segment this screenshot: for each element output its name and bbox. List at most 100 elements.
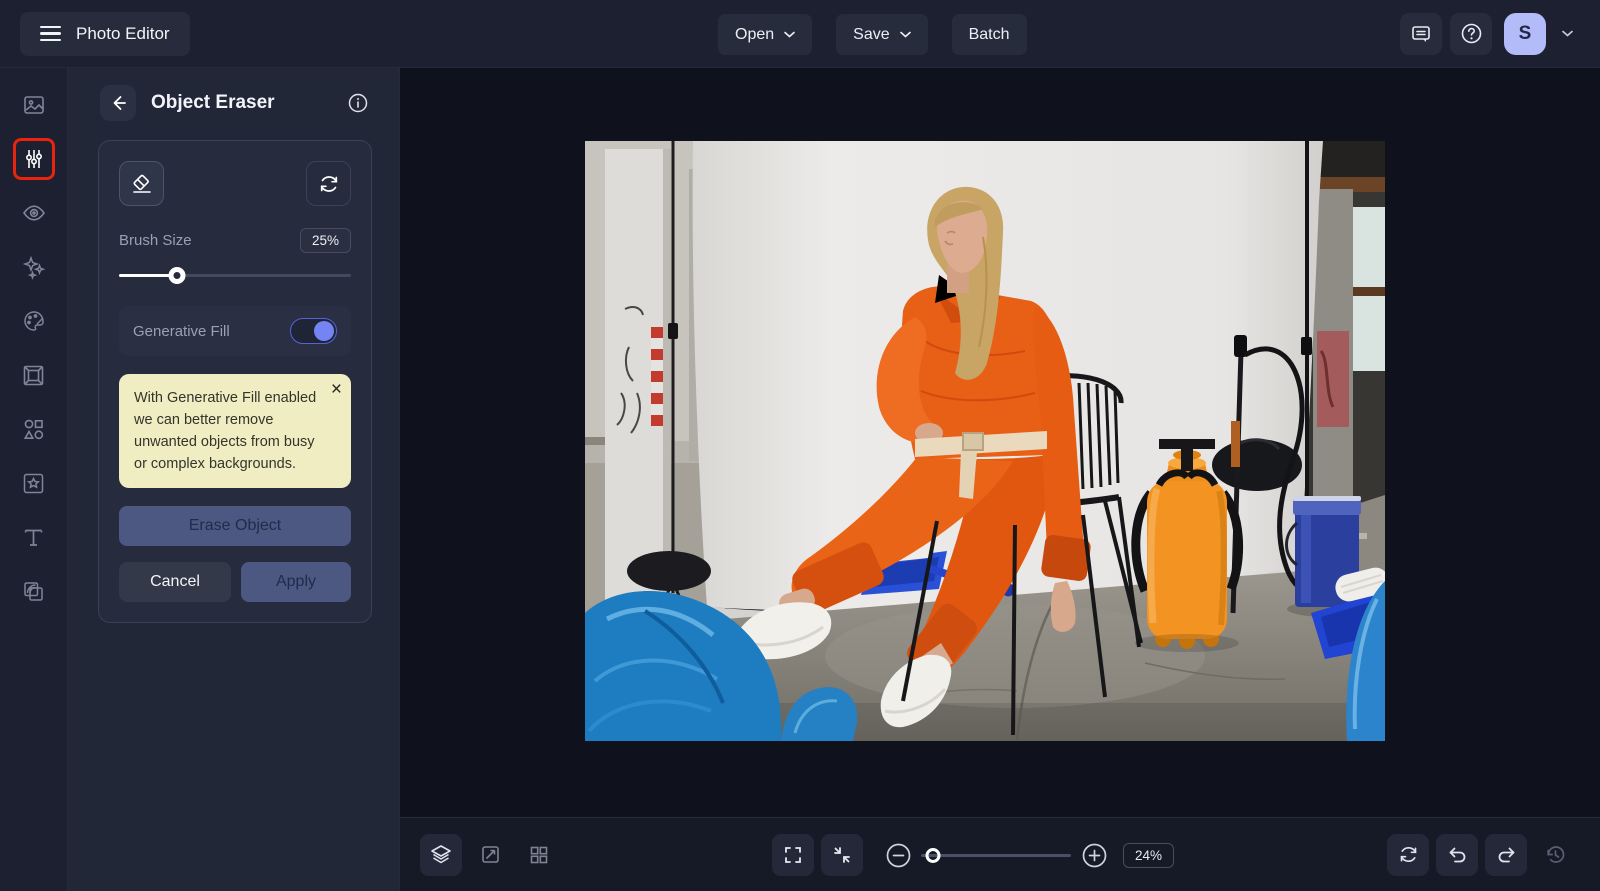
resize-button[interactable] (469, 834, 511, 876)
sparkles-icon (22, 255, 45, 280)
palette-icon (23, 311, 44, 331)
rail-item-visibility[interactable] (17, 196, 51, 230)
redo-button[interactable] (1485, 833, 1527, 876)
topbar-actions: Open Save Batch (718, 14, 1027, 55)
reset-canvas-button[interactable] (1387, 833, 1429, 876)
arrow-left-icon (113, 96, 126, 110)
shapes-icon (23, 419, 44, 439)
layers-icon (431, 844, 451, 863)
canvas-photo[interactable] (585, 141, 1385, 741)
rail-item-shapes[interactable] (17, 412, 51, 446)
reset-icon (320, 175, 337, 192)
zoom-in-button[interactable] (1079, 834, 1109, 876)
close-icon[interactable]: × (331, 380, 342, 399)
eye-icon (22, 205, 45, 221)
main-area: 24% (400, 68, 1600, 891)
zoom-in-icon (1082, 843, 1106, 867)
apply-button[interactable]: Apply (241, 562, 351, 603)
tool-row (119, 161, 351, 206)
cancel-button[interactable]: Cancel (119, 562, 231, 603)
brush-size-slider[interactable] (119, 266, 351, 284)
feedback-button[interactable] (1400, 12, 1442, 55)
layers-button[interactable] (420, 833, 462, 876)
eraser-tool-button[interactable] (119, 161, 164, 206)
info-button[interactable] (347, 92, 369, 114)
feedback-icon (1412, 25, 1430, 42)
zoom-slider-thumb[interactable] (925, 847, 941, 863)
chevron-down-icon (784, 31, 795, 38)
topbar-right: S (1400, 12, 1580, 55)
bottombar-left (420, 833, 560, 876)
reset-brush-button[interactable] (306, 161, 351, 206)
topbar: Photo Editor Open Save Batch S (0, 0, 1600, 68)
app-title: Photo Editor (76, 23, 170, 43)
brush-size-label: Brush Size (119, 232, 192, 249)
bottombar: 24% (400, 817, 1600, 891)
panel-actions: Cancel Apply (119, 562, 351, 603)
panel-title: Object Eraser (151, 92, 275, 113)
open-button[interactable]: Open (718, 14, 813, 55)
generative-fill-row: Generative Fill (119, 306, 351, 356)
overlap-icon (24, 581, 43, 601)
rail-item-image[interactable] (17, 88, 51, 122)
chevron-down-icon (899, 31, 911, 38)
erase-object-button[interactable]: Erase Object (119, 506, 351, 547)
main-menu-button[interactable]: Photo Editor (20, 11, 190, 56)
zoom-slider[interactable] (921, 846, 1071, 864)
rail-item-adjustments[interactable] (12, 138, 55, 180)
tooltip-text: With Generative Fill enabled we can bett… (134, 390, 317, 473)
brush-size-value: 25% (299, 228, 351, 253)
reset-icon (1400, 847, 1416, 862)
eraser-settings-card: Brush Size 25% Generative Fill × With Ge… (98, 140, 372, 624)
rail-item-texture[interactable] (17, 466, 51, 500)
rail-item-text[interactable] (17, 520, 51, 554)
rail-item-effects[interactable] (17, 250, 51, 284)
panel-header: Object Eraser (68, 85, 399, 121)
redo-icon (1498, 847, 1514, 863)
zoom-out-icon (886, 843, 910, 867)
rail-item-draw[interactable] (17, 304, 51, 338)
tool-rail (0, 68, 68, 891)
save-button[interactable]: Save (836, 14, 928, 55)
fullscreen-icon (785, 847, 801, 863)
fit-screen-icon (834, 847, 850, 863)
fullscreen-button[interactable] (772, 834, 814, 876)
fit-screen-button[interactable] (821, 834, 863, 876)
account-menu-chevron[interactable] (1554, 13, 1580, 55)
resize-icon (481, 846, 499, 863)
avatar[interactable]: S (1504, 12, 1546, 55)
info-icon (348, 93, 368, 113)
adjustments-icon (25, 150, 42, 168)
help-button[interactable] (1450, 12, 1492, 55)
brush-slider-thumb[interactable] (168, 267, 186, 284)
help-icon (1461, 23, 1481, 44)
history-button[interactable] (1534, 834, 1576, 876)
zoom-level-value: 24% (1123, 842, 1175, 868)
rail-item-frame[interactable] (17, 358, 51, 392)
history-icon (1546, 846, 1564, 863)
object-eraser-panel: Object Eraser Brush Size 25% Generative … (68, 68, 400, 891)
generative-fill-toggle[interactable] (290, 318, 337, 344)
brush-size-row: Brush Size 25% (119, 228, 351, 253)
menu-icon (40, 26, 61, 41)
zoom-controls: 24% (772, 834, 1175, 876)
undo-icon (1449, 847, 1465, 863)
grid-icon (530, 846, 548, 863)
text-icon (24, 529, 43, 546)
image-icon (23, 96, 44, 114)
chevron-down-icon (1561, 30, 1573, 37)
frame-icon (23, 365, 44, 385)
zoom-slider-track[interactable] (921, 854, 1071, 857)
eraser-icon (132, 174, 151, 193)
rail-item-overlay[interactable] (17, 574, 51, 608)
grid-button[interactable] (518, 834, 560, 876)
undo-button[interactable] (1436, 833, 1478, 876)
canvas[interactable] (400, 68, 1600, 817)
toggle-knob (314, 320, 334, 341)
generative-fill-tooltip: × With Generative Fill enabled we can be… (119, 374, 351, 489)
zoom-out-button[interactable] (883, 834, 913, 876)
batch-button[interactable]: Batch (951, 14, 1027, 55)
generative-fill-label: Generative Fill (133, 322, 230, 340)
bottombar-right (1387, 833, 1576, 876)
back-button[interactable] (100, 85, 136, 121)
